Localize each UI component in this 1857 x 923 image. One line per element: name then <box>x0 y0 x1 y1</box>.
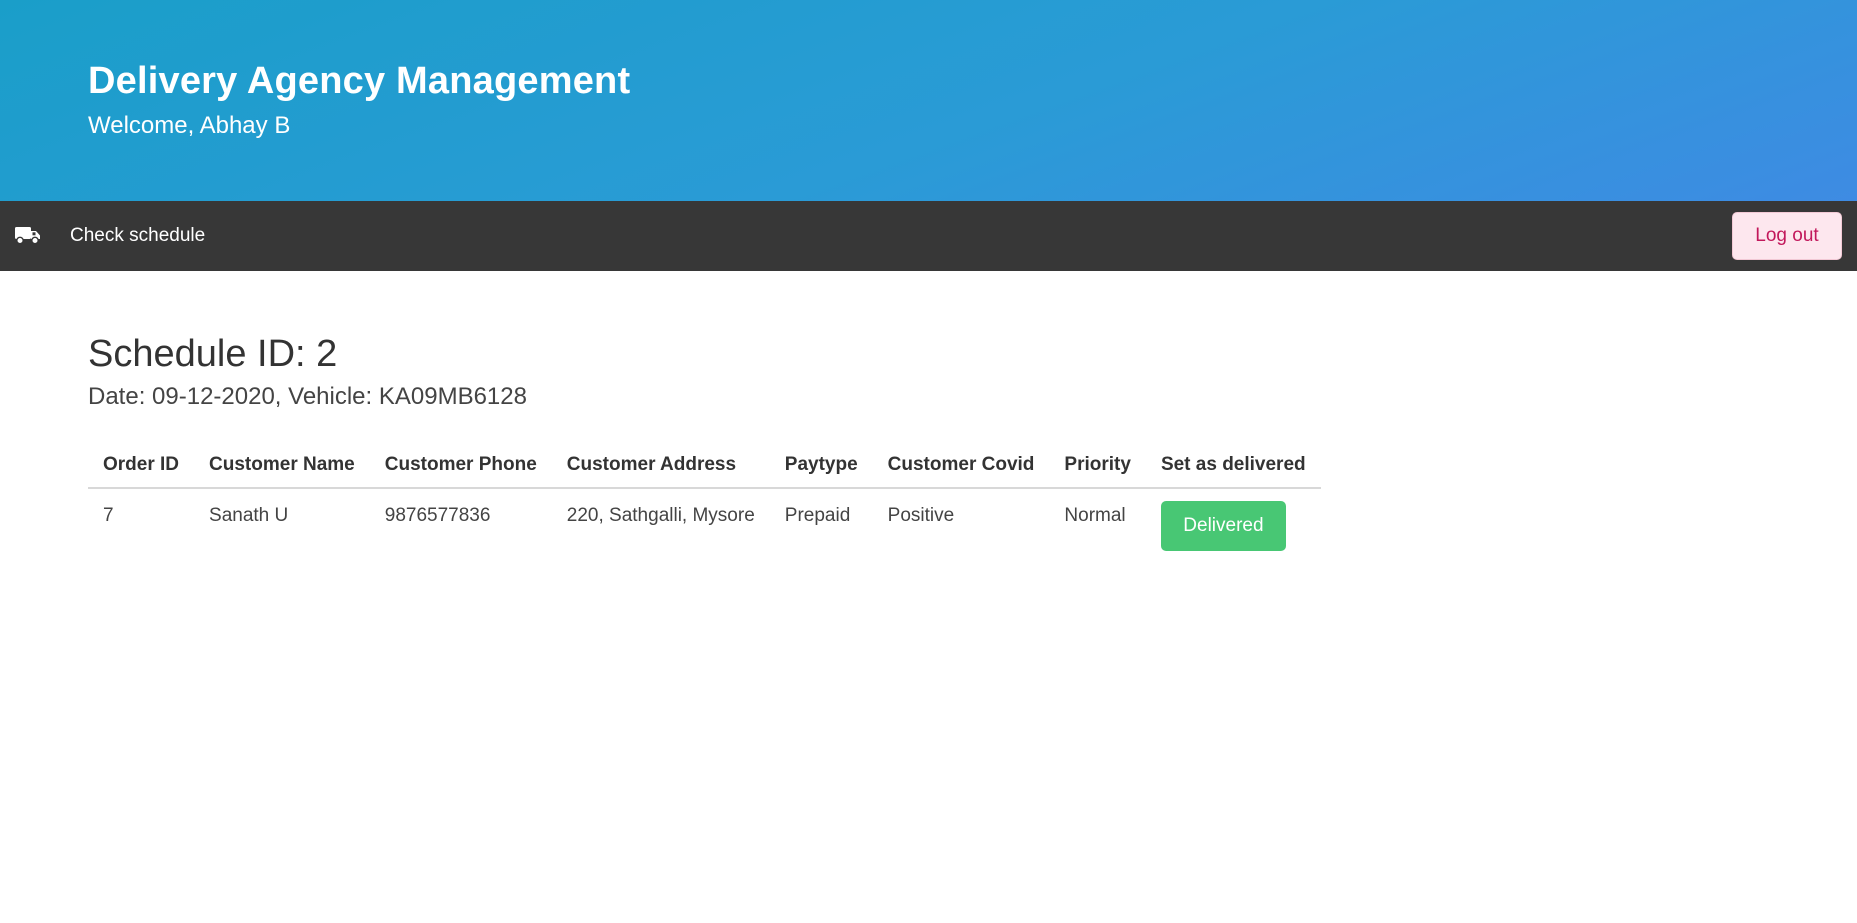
column-header-customer-name: Customer Name <box>194 443 370 489</box>
nav-check-schedule[interactable]: Check schedule <box>70 225 205 247</box>
cell-customer-name: Sanath U <box>209 505 289 526</box>
cell-priority: Normal <box>1064 505 1126 526</box>
navbar: Check schedule Log out <box>0 201 1857 271</box>
orders-table: Order ID Customer Name Customer Phone Cu… <box>88 443 1321 551</box>
column-header-customer-covid: Customer Covid <box>872 443 1050 489</box>
table-row: 7 Sanath U 9876577836 220, Sathgalli, My… <box>88 488 1321 551</box>
cell-paytype: Prepaid <box>784 505 851 526</box>
delivered-button[interactable]: Delivered <box>1160 501 1286 551</box>
welcome-text: Welcome, Abhay B <box>88 112 291 139</box>
column-header-priority: Priority <box>1049 443 1146 489</box>
schedule-title: Schedule ID: 2 <box>88 333 338 375</box>
cell-order-id: 7 <box>103 505 114 526</box>
column-header-customer-phone: Customer Phone <box>369 443 552 489</box>
cell-action: Delivered <box>1146 488 1321 551</box>
column-header-set-delivered: Set as delivered <box>1145 443 1321 489</box>
column-header-paytype: Paytype <box>769 443 873 489</box>
cell-customer-covid: Positive <box>887 505 955 526</box>
truck-icon[interactable] <box>14 223 42 247</box>
table-header-row: Order ID Customer Name Customer Phone Cu… <box>88 443 1321 489</box>
page-header: Delivery Agency Management Welcome, Abha… <box>0 0 1857 201</box>
schedule-details: Date: 09-12-2020, Vehicle: KA09MB6128 <box>88 383 527 410</box>
column-header-order-id: Order ID <box>88 443 195 489</box>
column-header-customer-address: Customer Address <box>551 443 770 489</box>
app-title: Delivery Agency Management <box>88 60 631 102</box>
logout-button[interactable]: Log out <box>1732 212 1842 260</box>
cell-customer-address: 220, Sathgalli, Mysore <box>566 505 755 526</box>
cell-customer-phone: 9876577836 <box>384 505 491 526</box>
